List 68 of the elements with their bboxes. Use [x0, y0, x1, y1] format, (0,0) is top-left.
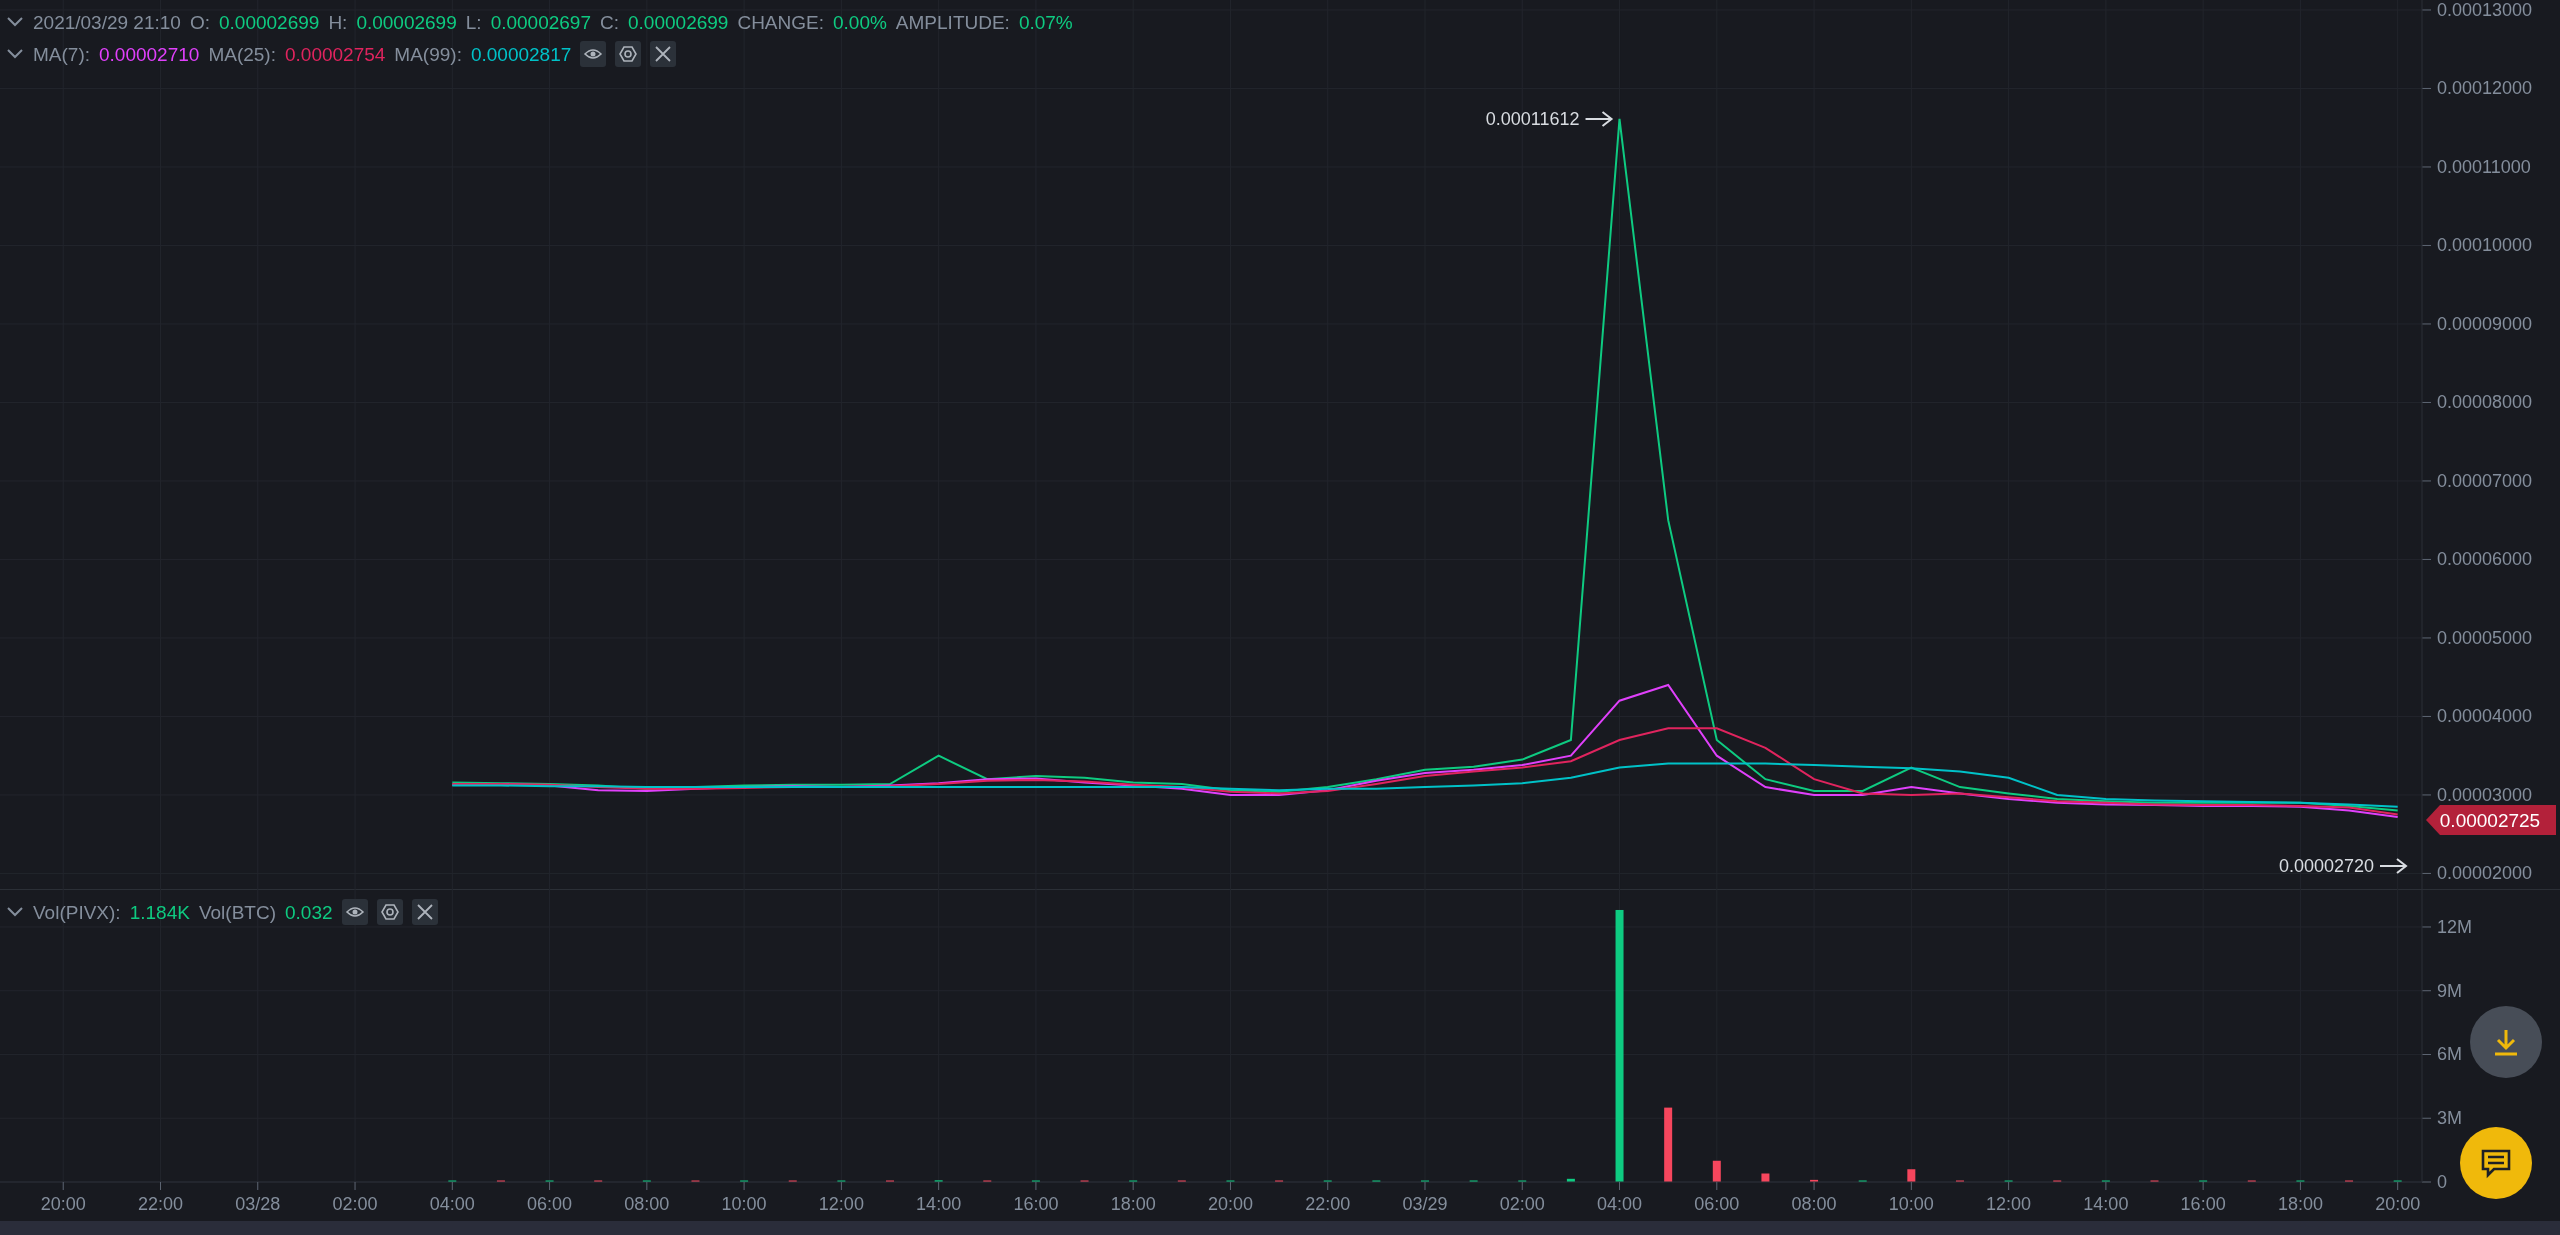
indicator-value: 0.00002817	[470, 44, 572, 64]
field-value: 0.00002699	[628, 12, 729, 32]
axis-label: 0.00009000	[2437, 313, 2533, 334]
field-value: 0.00%	[833, 12, 887, 32]
axis-label: 04:00	[1597, 1194, 1643, 1214]
axis-label: 9M	[2437, 980, 2462, 1001]
axis-label: 03/28	[235, 1194, 281, 1214]
field-label: O:	[189, 12, 210, 32]
axis-label: 0.00012000	[2437, 78, 2533, 99]
axis-label: 0.00010000	[2437, 235, 2533, 256]
axis-label: 20:00	[40, 1194, 86, 1214]
axis-label: 06:00	[1694, 1194, 1740, 1214]
axis-label: 02:00	[1499, 1194, 1545, 1214]
axis-label: 02:00	[332, 1194, 378, 1214]
price-label: 0.00011612	[1485, 108, 1580, 129]
field-label: AMPLITUDE:	[895, 12, 1010, 32]
axis-label: 12:00	[1986, 1194, 2032, 1214]
axis-label: 14:00	[916, 1194, 962, 1214]
field-label: H:	[328, 12, 348, 32]
field-label: C:	[600, 12, 619, 32]
axis-label: 03/29	[1402, 1194, 1448, 1214]
axis-label: 6M	[2437, 1044, 2462, 1065]
indicator-label: MA(25):	[208, 44, 276, 64]
axis-label: 0.00011000	[2437, 156, 2531, 177]
axis-label: 16:00	[2180, 1194, 2226, 1214]
indicator-value: 1.184K	[129, 902, 190, 922]
axis-label: 0.00013000	[2437, 0, 2533, 20]
field-value: 0.07%	[1018, 12, 1073, 32]
axis-label: 0	[2437, 1172, 2447, 1192]
date-label: 2021/03/29 21:10	[33, 12, 181, 32]
axis-label: 0.00002000	[2437, 863, 2533, 884]
price-tag: 0.00002725	[2426, 805, 2556, 835]
axis-label: 14:00	[2083, 1194, 2129, 1214]
axis-label: 16:00	[1013, 1194, 1059, 1214]
field-value: 0.00002699	[356, 12, 457, 32]
field-value: 0.00002697	[490, 12, 591, 32]
axis-label: 22:00	[1305, 1194, 1351, 1214]
axis-label: 20:00	[1207, 1194, 1253, 1214]
axis-label: 08:00	[624, 1194, 670, 1214]
axis-label: 08:00	[1791, 1194, 1837, 1214]
field-label: CHANGE:	[737, 12, 824, 32]
axis-label: 20:00	[2375, 1194, 2421, 1214]
axis-label: 0.00005000	[2437, 627, 2533, 648]
price-label: 0.00002720	[2278, 856, 2374, 876]
axis-label: 12M	[2437, 917, 2472, 937]
indicator-label: MA(7):	[33, 44, 90, 64]
field-label: L:	[465, 12, 482, 32]
indicator-value: 0.00002754	[284, 44, 386, 64]
axis-label: 0.00007000	[2437, 470, 2533, 491]
field-value: 0.00002699	[219, 12, 320, 32]
axis-label: 06:00	[527, 1194, 573, 1214]
indicator-label: MA(99):	[394, 44, 462, 64]
axis-label: 10:00	[721, 1194, 767, 1214]
axis-label: 04:00	[429, 1194, 475, 1214]
axis-label: 3M	[2437, 1108, 2462, 1129]
indicator-value: 0.00002710	[99, 44, 200, 64]
axis-label: 0.00003000	[2437, 784, 2533, 805]
axis-label: 22:00	[137, 1194, 183, 1214]
axis-label: 18:00	[2277, 1194, 2323, 1214]
indicator-label: Vol(BTC)	[198, 902, 276, 922]
indicator-label: Vol(PIVX):	[33, 902, 121, 922]
axis-label: 10:00	[1888, 1194, 1934, 1214]
axis-label: 12:00	[818, 1194, 864, 1214]
axis-label: 0.00008000	[2437, 392, 2533, 413]
axis-label: 0.00004000	[2437, 706, 2533, 727]
indicator-value: 0.032	[284, 902, 333, 922]
axis-label: 0.00006000	[2437, 549, 2533, 570]
axis-label: 18:00	[1110, 1194, 1156, 1214]
